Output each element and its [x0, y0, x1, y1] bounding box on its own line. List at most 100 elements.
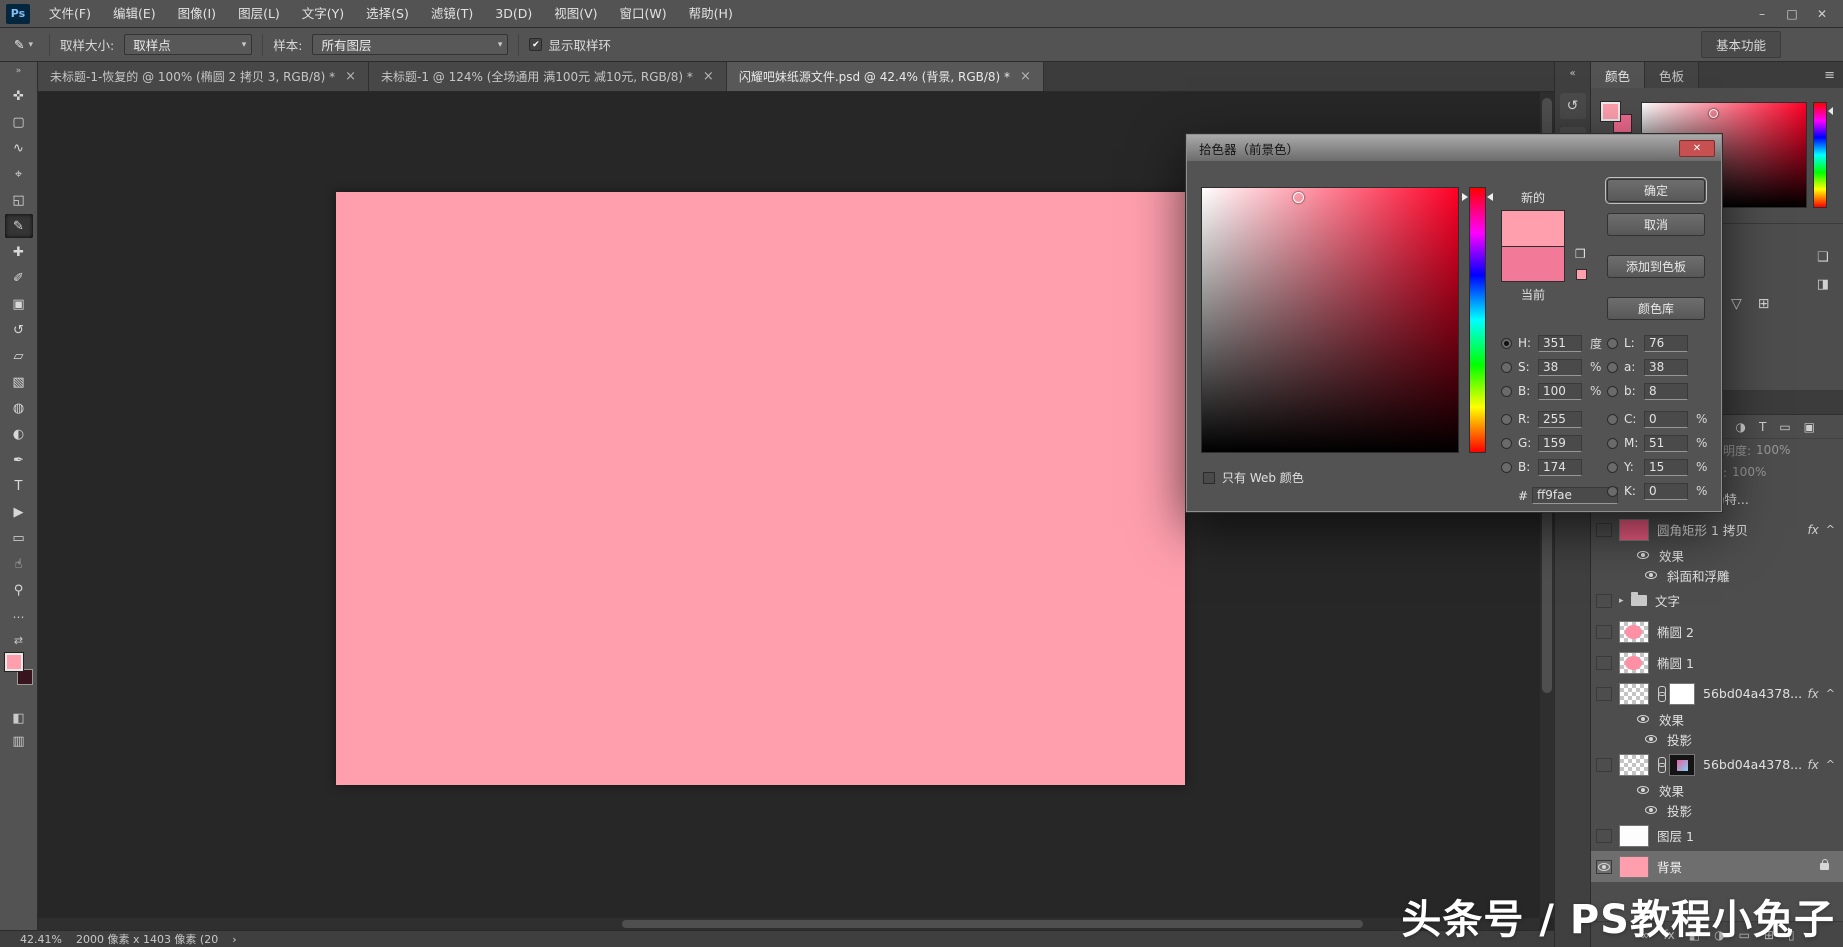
foreground-color-swatch[interactable]	[1601, 102, 1620, 121]
effects-header-row[interactable]: 效果	[1591, 545, 1843, 565]
spot-healing-tool[interactable]: ✚	[5, 240, 33, 264]
radio-button[interactable]	[1501, 414, 1512, 425]
hue-slider[interactable]	[1469, 187, 1486, 453]
visibility-toggle[interactable]	[1643, 803, 1659, 817]
background-color-swatch[interactable]	[17, 669, 33, 685]
layer-thumbnail[interactable]	[1619, 856, 1649, 878]
canvas-artboard[interactable]	[336, 192, 1185, 785]
menu-item[interactable]: 帮助(H)	[678, 0, 744, 28]
layer-mask-thumbnail[interactable]	[1669, 683, 1695, 705]
effect-row[interactable]: 投影	[1591, 800, 1843, 820]
layer-thumbnail[interactable]	[1619, 683, 1649, 705]
web-safe-cube-icon[interactable]: ❒	[1575, 247, 1586, 261]
value-field[interactable]: 255	[1538, 411, 1582, 428]
workspace-switcher-button[interactable]: 基本功能	[1701, 31, 1781, 58]
visibility-toggle[interactable]	[1643, 732, 1659, 746]
value-field[interactable]: 76	[1644, 335, 1688, 352]
shape-tool[interactable]: ▭	[5, 526, 33, 550]
mask-link-icon[interactable]	[1657, 757, 1665, 772]
maximize-button[interactable]: □	[1777, 7, 1807, 21]
radio-button[interactable]	[1501, 362, 1512, 373]
style-icon[interactable]: ◨	[1817, 277, 1829, 292]
dialog-titlebar[interactable]: 拾色器（前景色） ✕	[1187, 135, 1721, 161]
value-field[interactable]: 0	[1644, 411, 1688, 428]
layer-row[interactable]: 图层 1	[1591, 820, 1843, 851]
edit-toolbar-icon[interactable]: ⋯	[13, 610, 25, 624]
add-to-swatches-button[interactable]: 添加到色板	[1607, 255, 1705, 278]
layer-thumbnail[interactable]	[1619, 621, 1649, 643]
layer-group-row[interactable]: ▸ 文字	[1591, 585, 1843, 616]
effect-row[interactable]: 投影	[1591, 729, 1843, 749]
menu-item[interactable]: 窗口(W)	[609, 0, 678, 28]
dialog-close-button[interactable]: ✕	[1679, 140, 1715, 157]
menu-item[interactable]: 3D(D)	[484, 0, 543, 28]
menu-item[interactable]: 视图(V)	[543, 0, 608, 28]
layer-row[interactable]: 椭圆 2	[1591, 616, 1843, 647]
visibility-toggle[interactable]	[1596, 860, 1612, 874]
sample-layers-dropdown[interactable]: 所有图层 ▾	[312, 34, 508, 55]
visibility-toggle[interactable]	[1643, 568, 1659, 582]
adjustment-icon[interactable]: ▽	[1731, 296, 1742, 312]
layer-filter-icon[interactable]: ▭	[1779, 420, 1790, 434]
value-field[interactable]: 174	[1538, 459, 1582, 476]
document-tab[interactable]: 闪耀吧妹纸源文件.psd @ 42.4% (背景, RGB/8) * ×	[727, 62, 1044, 91]
panel-tab[interactable]: 色板	[1645, 62, 1699, 88]
visibility-toggle[interactable]	[1596, 523, 1612, 537]
value-field[interactable]: 8	[1644, 383, 1688, 400]
hex-value-field[interactable]: ff9fae	[1532, 487, 1618, 504]
collapse-effects-icon[interactable]: ^	[1826, 687, 1835, 700]
tab-close-icon[interactable]: ×	[703, 69, 714, 84]
radio-button[interactable]	[1607, 362, 1618, 373]
color-field-marker[interactable]	[1293, 192, 1304, 203]
layer-row-selected[interactable]: 背景	[1591, 851, 1843, 882]
layer-effects-badge[interactable]: fx ^	[1807, 687, 1843, 701]
hue-slider-marker[interactable]	[1828, 107, 1833, 115]
effect-row[interactable]: 斜面和浮雕	[1591, 565, 1843, 585]
zoom-level[interactable]: 42.41%	[20, 933, 62, 946]
history-panel-icon[interactable]: ↺	[1560, 93, 1586, 119]
radio-button[interactable]	[1501, 386, 1512, 397]
style-icon[interactable]: ❑	[1817, 250, 1829, 265]
screen-mode-icon[interactable]: ▥	[12, 734, 24, 749]
menu-item[interactable]: 选择(S)	[355, 0, 420, 28]
value-field[interactable]: 38	[1538, 359, 1582, 376]
layer-thumbnail[interactable]	[1619, 825, 1649, 847]
value-field[interactable]: 15	[1644, 459, 1688, 476]
eraser-tool[interactable]: ▱	[5, 344, 33, 368]
radio-button[interactable]	[1607, 338, 1618, 349]
value-field[interactable]: 51	[1644, 435, 1688, 452]
radio-button[interactable]	[1501, 438, 1512, 449]
web-colors-only-option[interactable]: 只有 Web 颜色	[1203, 469, 1304, 486]
layer-filter-icon[interactable]: ▣	[1804, 420, 1815, 434]
color-libraries-button[interactable]: 颜色库	[1607, 297, 1705, 320]
blur-tool[interactable]: ◍	[5, 396, 33, 420]
minimize-button[interactable]: –	[1747, 7, 1777, 21]
layer-effects-badge[interactable]: fx ^	[1807, 523, 1843, 537]
toolbar-collapse-icon[interactable]: »	[16, 66, 22, 76]
layer-row[interactable]: 56bd04a4378... fx ^	[1591, 678, 1843, 709]
visibility-toggle[interactable]	[1596, 687, 1612, 701]
history-brush-tool[interactable]: ↺	[5, 318, 33, 342]
show-sampling-ring-option[interactable]: ✔ 显示取样环	[529, 35, 611, 54]
web-safe-color-swatch[interactable]	[1576, 269, 1587, 280]
cancel-button[interactable]: 取消	[1607, 213, 1705, 236]
type-tool[interactable]: T	[5, 474, 33, 498]
visibility-toggle[interactable]	[1596, 594, 1612, 608]
gradient-tool[interactable]: ▧	[5, 370, 33, 394]
visibility-toggle[interactable]	[1635, 783, 1651, 797]
layer-thumbnail[interactable]	[1619, 652, 1649, 674]
hue-slider-marker[interactable]	[1462, 193, 1468, 201]
horizontal-scrollbar[interactable]	[38, 918, 1540, 930]
menu-item[interactable]: 编辑(E)	[102, 0, 167, 28]
brush-tool[interactable]: ✐	[5, 266, 33, 290]
tab-close-icon[interactable]: ×	[345, 69, 356, 84]
panel-menu-icon[interactable]: ≡	[1824, 68, 1835, 83]
radio-button[interactable]	[1501, 462, 1512, 473]
value-field[interactable]: 38	[1644, 359, 1688, 376]
layer-filter-icon[interactable]: ◑	[1735, 420, 1745, 434]
layer-row[interactable]: 椭圆 1	[1591, 647, 1843, 678]
visibility-toggle[interactable]	[1596, 656, 1612, 670]
effects-header-row[interactable]: 效果	[1591, 780, 1843, 800]
eyedropper-tool[interactable]: ✎	[5, 214, 33, 238]
collapse-effects-icon[interactable]: ^	[1826, 523, 1835, 536]
